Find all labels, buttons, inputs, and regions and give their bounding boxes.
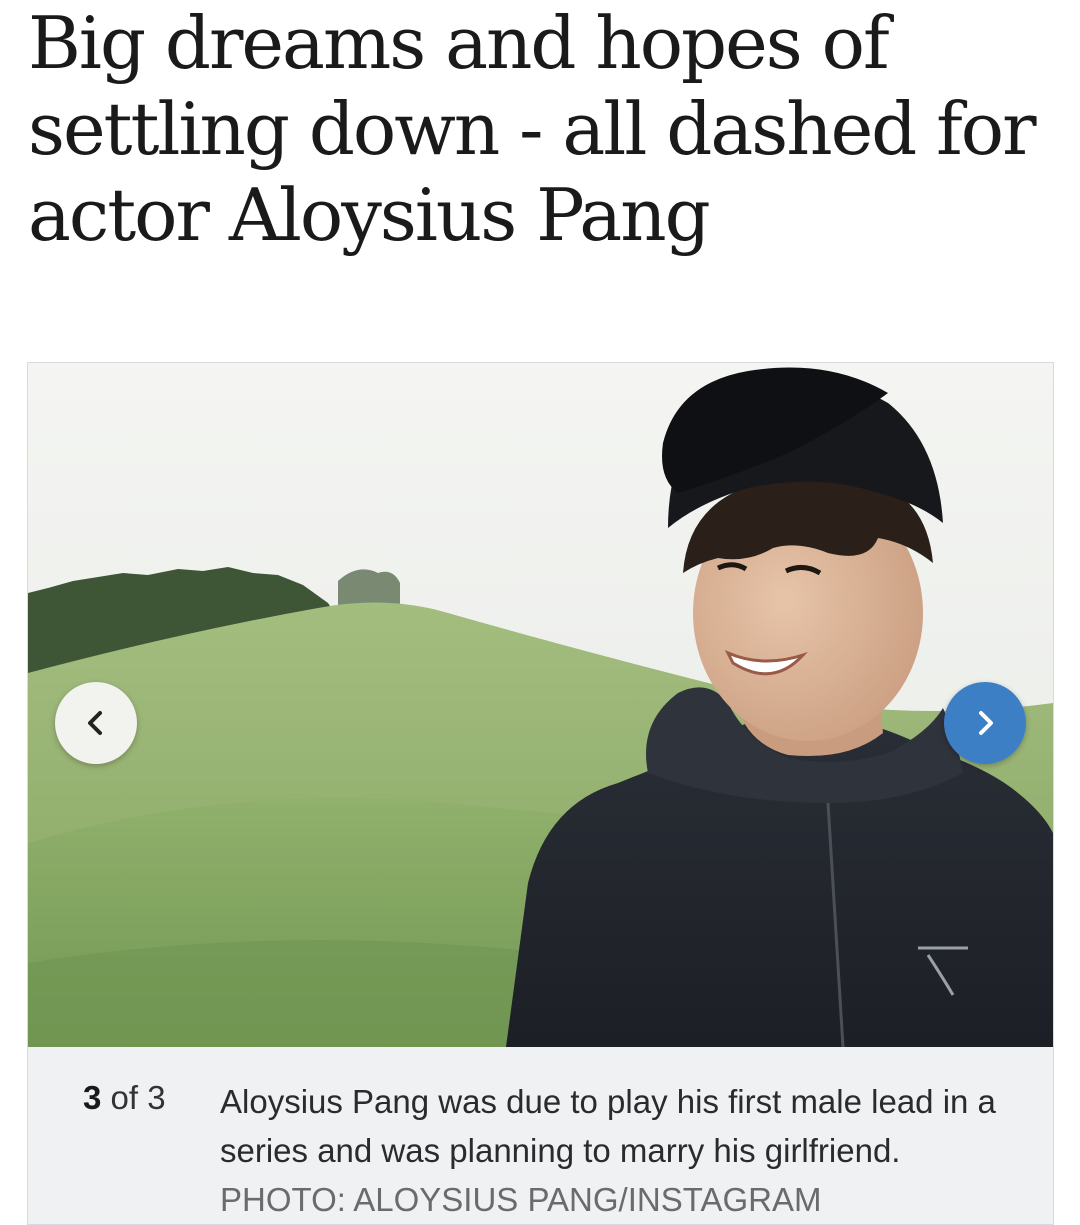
photo-gallery: 3 of 3 Aloysius Pang was due to play his… — [27, 362, 1054, 1225]
gallery-prev-button[interactable] — [55, 682, 137, 764]
caption-body: Aloysius Pang was due to play his first … — [220, 1083, 996, 1169]
gallery-next-button[interactable] — [944, 682, 1026, 764]
photo-credit: PHOTO: ALOYSIUS PANG/INSTAGRAM — [220, 1181, 822, 1218]
photo-caption: 3 of 3 Aloysius Pang was due to play his… — [28, 1047, 1053, 1224]
chevron-left-icon — [88, 711, 102, 735]
slide-current: 3 — [83, 1079, 102, 1116]
slide-counter: 3 of 3 — [83, 1079, 166, 1117]
caption-text: Aloysius Pang was due to play his first … — [220, 1077, 1025, 1224]
article-headline: Big dreams and hopes of settling down - … — [28, 1, 1037, 257]
slide-total: 3 — [147, 1079, 166, 1116]
chevron-right-icon — [979, 711, 993, 735]
slide-of-label: of — [110, 1079, 139, 1116]
gallery-photo — [28, 363, 1053, 1047]
